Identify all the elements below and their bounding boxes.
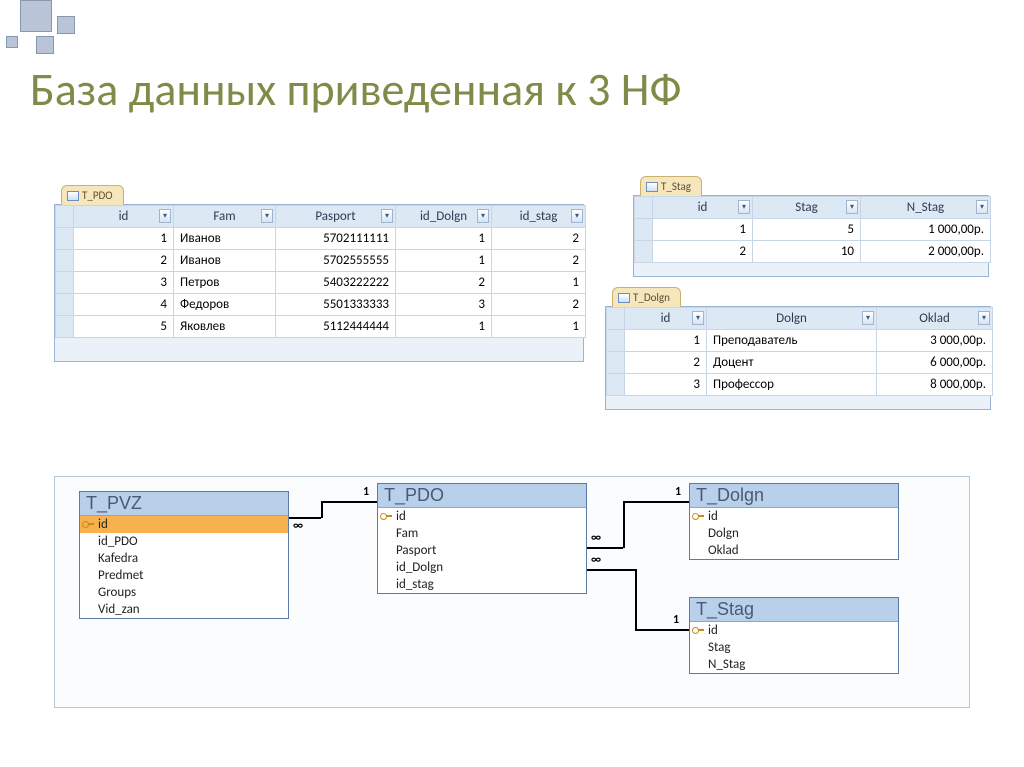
- datasheet-icon: [67, 191, 79, 201]
- header-row: id▾ Fam▾ Pasport▾ id_Dolgn▾ id_stag▾: [56, 206, 586, 228]
- grid-t-dolgn: id▾ Dolgn▾ Oklad▾ 1Преподаватель3 000,00…: [606, 307, 993, 396]
- row-selector-header[interactable]: [56, 206, 74, 228]
- table-row[interactable]: 5Яковлев511244444411: [56, 316, 586, 338]
- key-icon: [692, 511, 704, 521]
- dropdown-icon[interactable]: ▾: [738, 200, 750, 214]
- relation-line: [321, 501, 377, 503]
- entity-field: N_Stag: [690, 656, 898, 673]
- col-header[interactable]: Dolgn▾: [707, 308, 877, 330]
- row-selector-header[interactable]: [607, 308, 625, 330]
- relationships-diagram: T_PVZ id id_PDO Kafedra Predmet Groups V…: [54, 476, 970, 708]
- dropdown-icon[interactable]: ▾: [978, 311, 990, 325]
- table-row[interactable]: 4Федоров550133333332: [56, 294, 586, 316]
- key-icon: [380, 511, 392, 521]
- entity-field-pk: id: [80, 516, 288, 533]
- entity-field: Stag: [690, 639, 898, 656]
- tab-label: T_PDO: [82, 189, 113, 202]
- entity-field: Groups: [80, 584, 288, 601]
- cardinality-one: 1: [673, 613, 679, 627]
- entity-field: Predmet: [80, 567, 288, 584]
- col-header[interactable]: id▾: [74, 206, 174, 228]
- dropdown-icon[interactable]: ▾: [381, 209, 393, 223]
- col-header[interactable]: Stag▾: [753, 197, 861, 219]
- entity-field: Kafedra: [80, 550, 288, 567]
- row-selector-header[interactable]: [635, 197, 653, 219]
- datasheet-t-pdo: T_PDO id▾ Fam▾ Pasport▾ id_Dolgn▾ id_sta…: [54, 204, 584, 362]
- entity-field: Oklad: [690, 542, 898, 559]
- dropdown-icon[interactable]: ▾: [571, 209, 583, 223]
- grid-t-stag: id▾ Stag▾ N_Stag▾ 151 000,00р. 2102 000,…: [634, 196, 991, 263]
- entity-t-stag[interactable]: T_Stag id Stag N_Stag: [689, 597, 899, 674]
- cardinality-many: ∞: [591, 531, 601, 545]
- cardinality-many: ∞: [591, 553, 601, 567]
- header-row: id▾ Stag▾ N_Stag▾: [635, 197, 991, 219]
- entity-field: Vid_zan: [80, 601, 288, 618]
- entity-title: T_Stag: [690, 598, 898, 622]
- col-header[interactable]: Fam▾: [174, 206, 276, 228]
- col-header[interactable]: id_Dolgn▾: [396, 206, 492, 228]
- header-row: id▾ Dolgn▾ Oklad▾: [607, 308, 993, 330]
- entity-field-pk: id: [690, 622, 898, 639]
- datasheet-t-dolgn: T_Dolgn id▾ Dolgn▾ Oklad▾ 1Преподаватель…: [605, 306, 991, 410]
- col-header[interactable]: Oklad▾: [877, 308, 993, 330]
- entity-field: id_stag: [378, 576, 586, 593]
- entity-title: T_PDO: [378, 484, 586, 508]
- cardinality-one: 1: [363, 485, 369, 499]
- entity-field: Pasport: [378, 542, 586, 559]
- entity-t-pdo[interactable]: T_PDO id Fam Pasport id_Dolgn id_stag: [377, 483, 587, 594]
- dropdown-icon[interactable]: ▾: [477, 209, 489, 223]
- tab-t-stag[interactable]: T_Stag: [640, 176, 702, 196]
- table-row[interactable]: 2Доцент6 000,00р.: [607, 352, 993, 374]
- table-row[interactable]: 3Петров540322222221: [56, 272, 586, 294]
- tab-label: T_Dolgn: [633, 291, 670, 304]
- col-header[interactable]: id_stag▾: [492, 206, 586, 228]
- relation-line: [623, 501, 689, 503]
- entity-field: id_PDO: [80, 533, 288, 550]
- table-row[interactable]: 1Иванов570211111112: [56, 228, 586, 250]
- entity-field: Fam: [378, 525, 586, 542]
- entity-t-pvz[interactable]: T_PVZ id id_PDO Kafedra Predmet Groups V…: [79, 491, 289, 619]
- key-icon: [692, 625, 704, 635]
- dropdown-icon[interactable]: ▾: [862, 311, 874, 325]
- table-row[interactable]: 2102 000,00р.: [635, 241, 991, 263]
- table-row[interactable]: 1Преподаватель3 000,00р.: [607, 330, 993, 352]
- dropdown-icon[interactable]: ▾: [692, 311, 704, 325]
- page-title: База данных приведенная к 3 НФ: [30, 64, 682, 117]
- relation-line: [635, 629, 689, 631]
- table-row[interactable]: 2Иванов570255555512: [56, 250, 586, 272]
- entity-field: id_Dolgn: [378, 559, 586, 576]
- tab-t-dolgn[interactable]: T_Dolgn: [612, 287, 681, 307]
- dropdown-icon[interactable]: ▾: [846, 200, 858, 214]
- relation-line: [587, 547, 623, 549]
- entity-field-pk: id: [690, 508, 898, 525]
- relation-line: [587, 569, 635, 571]
- col-header[interactable]: id▾: [653, 197, 753, 219]
- entity-title: T_Dolgn: [690, 484, 898, 508]
- datasheet-icon: [646, 182, 658, 192]
- table-row[interactable]: 3Профессор8 000,00р.: [607, 374, 993, 396]
- datasheet-t-stag: T_Stag id▾ Stag▾ N_Stag▾ 151 000,00р. 21…: [633, 195, 989, 277]
- entity-t-dolgn[interactable]: T_Dolgn id Dolgn Oklad: [689, 483, 899, 560]
- dropdown-icon[interactable]: ▾: [159, 209, 171, 223]
- col-header[interactable]: id▾: [625, 308, 707, 330]
- table-row[interactable]: 151 000,00р.: [635, 219, 991, 241]
- cardinality-many: ∞: [293, 519, 303, 533]
- grid-t-pdo: id▾ Fam▾ Pasport▾ id_Dolgn▾ id_stag▾ 1Ив…: [55, 205, 586, 338]
- relation-line: [635, 569, 637, 629]
- entity-field: Dolgn: [690, 525, 898, 542]
- col-header[interactable]: N_Stag▾: [861, 197, 991, 219]
- tab-label: T_Stag: [661, 180, 691, 193]
- col-header[interactable]: Pasport▾: [276, 206, 396, 228]
- entity-field-pk: id: [378, 508, 586, 525]
- dropdown-icon[interactable]: ▾: [261, 209, 273, 223]
- datasheet-icon: [618, 293, 630, 303]
- relation-line: [321, 501, 323, 518]
- cardinality-one: 1: [675, 485, 681, 499]
- entity-title: T_PVZ: [80, 492, 288, 516]
- relation-line: [623, 501, 625, 548]
- tab-t-pdo[interactable]: T_PDO: [61, 185, 124, 205]
- key-icon: [82, 519, 94, 529]
- dropdown-icon[interactable]: ▾: [976, 200, 988, 214]
